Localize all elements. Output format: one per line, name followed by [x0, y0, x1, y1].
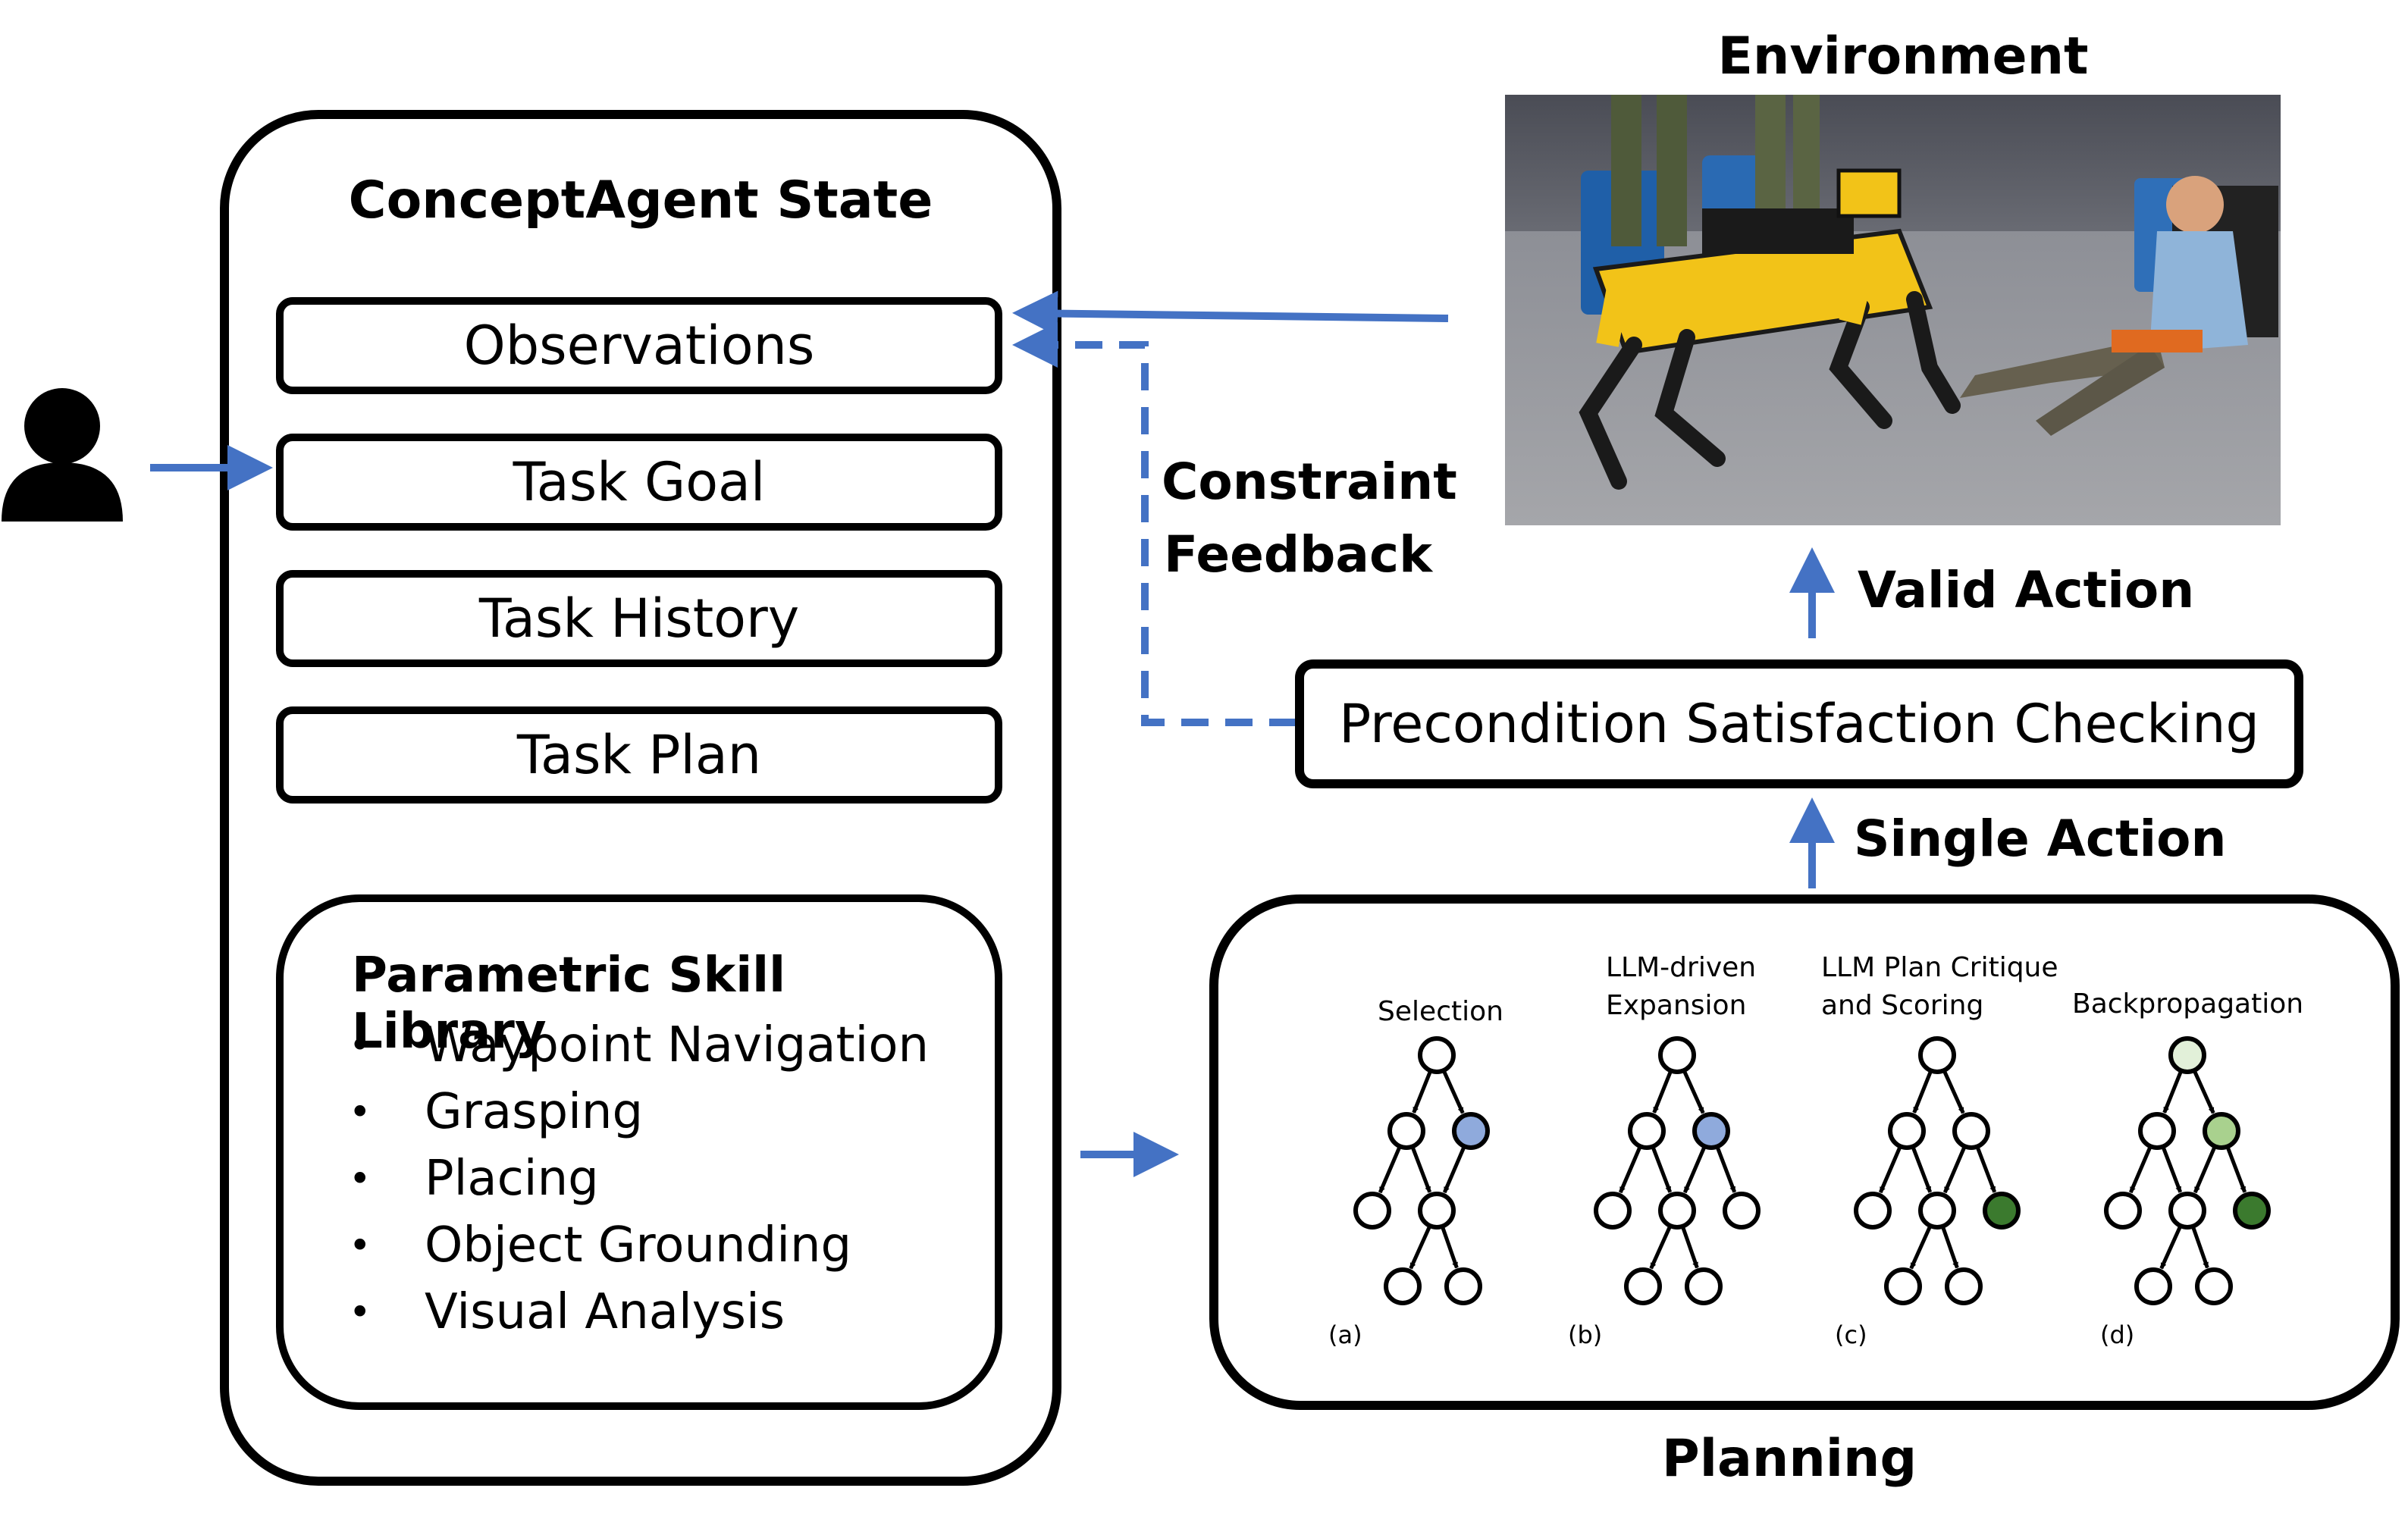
tree-node [2195, 1267, 2233, 1305]
tree-edge [1909, 1225, 1933, 1270]
tree-edge [1942, 1145, 1967, 1194]
tree-node [1854, 1192, 1892, 1230]
mcts-tree [1353, 1036, 1490, 1305]
mcts-tree [1854, 1036, 2021, 1305]
tree-node [1387, 1112, 1425, 1150]
tree-node [1452, 1112, 1490, 1150]
tree-edge [1442, 1145, 1466, 1194]
tree-edge [2159, 1225, 2183, 1270]
tree-edge [2161, 1145, 2183, 1193]
planning-label: Planning [1661, 1429, 1917, 1489]
tree-node [1692, 1112, 1730, 1150]
tree-edge [1878, 1145, 1902, 1194]
tree-node [2104, 1192, 2142, 1230]
tree-edge [2128, 1145, 2152, 1194]
tree-edge [1652, 1070, 1673, 1114]
tree-edge [1412, 1070, 1433, 1114]
tree-edge [1680, 1225, 1699, 1269]
tree-node [1444, 1267, 1482, 1305]
tree-edge [1682, 1145, 1707, 1194]
tree-node [1952, 1112, 1990, 1150]
tree-edge [1975, 1145, 1997, 1193]
tree-node [1723, 1192, 1761, 1230]
mcts-tree [1594, 1036, 1761, 1305]
tree-edge [2225, 1145, 2247, 1193]
tree-node [1884, 1267, 1922, 1305]
tree-node [1983, 1192, 2021, 1230]
tree-node [1384, 1267, 1422, 1305]
mcts-trees [1353, 1036, 2271, 1305]
tree-edge [1940, 1225, 1959, 1269]
tree-node [1418, 1036, 1456, 1074]
tree-edge [2192, 1070, 2215, 1114]
tree-node [1594, 1192, 1632, 1230]
tree-node [1658, 1192, 1696, 1230]
tree-node [2233, 1192, 2271, 1230]
tree-node [1628, 1112, 1666, 1150]
tree-node [2203, 1112, 2240, 1150]
tree-node [1888, 1112, 1926, 1150]
tree-node [2134, 1267, 2172, 1305]
mcts-tree [2104, 1036, 2271, 1305]
tree-edge [2190, 1225, 2209, 1269]
tree-edge [1911, 1145, 1933, 1193]
tree-edge [1441, 1070, 1465, 1114]
tree-node [1418, 1192, 1456, 1230]
tree-edge [1682, 1070, 1705, 1114]
tree-node [2168, 1192, 2206, 1230]
tree-node [2168, 1036, 2206, 1074]
tree-edge [1410, 1145, 1432, 1193]
tree-node [1918, 1036, 1956, 1074]
tree-node [2138, 1112, 2176, 1150]
tree-edge [1651, 1145, 1673, 1193]
tree-node [1945, 1267, 1983, 1305]
tree-edge [1942, 1070, 1965, 1114]
tree-node [1685, 1267, 1723, 1305]
tree-node [1353, 1192, 1391, 1230]
tree-node [1918, 1192, 1956, 1230]
tree-edge [1912, 1070, 1933, 1114]
tree-edge [1618, 1145, 1642, 1194]
tree-edge [1440, 1225, 1459, 1269]
tree-edge [1409, 1225, 1432, 1270]
tree-edge [1715, 1145, 1737, 1193]
tree-edge [1649, 1225, 1673, 1270]
tree-node [1624, 1267, 1662, 1305]
tree-edge [1378, 1145, 1402, 1194]
tree-edge [2193, 1145, 2217, 1194]
tree-edge [2162, 1070, 2184, 1114]
tree-node [1658, 1036, 1696, 1074]
